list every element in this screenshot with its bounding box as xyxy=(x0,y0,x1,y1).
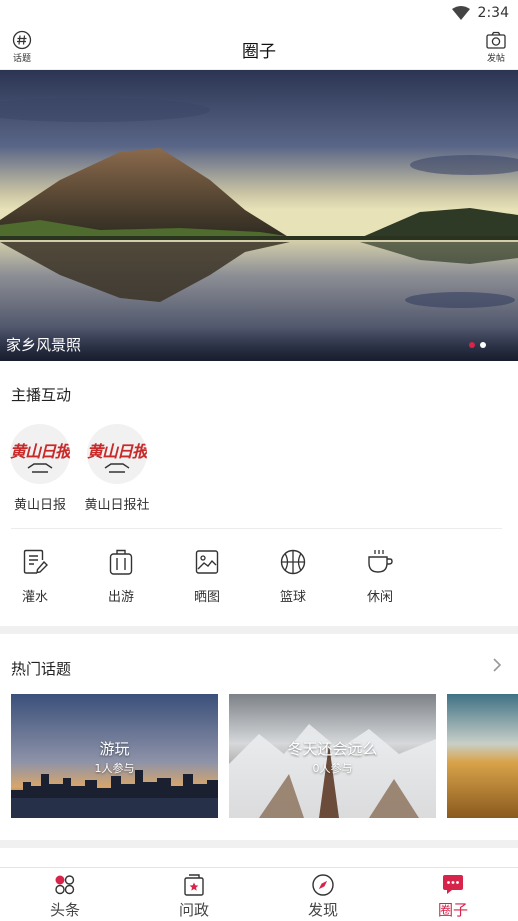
anchor-list: 黄山日报 黄山日报 黄山日报 黄山日报社 xyxy=(0,424,518,516)
anchor-name: 黄山日报社 xyxy=(84,498,150,513)
hot-topics-list: 游玩 1人参与 冬天还会远么 0人参与 xyxy=(11,694,518,818)
category-item[interactable]: 篮球 xyxy=(263,548,323,605)
category-item[interactable]: 休闲 xyxy=(350,548,410,605)
anchor-item[interactable]: 黄山日报 黄山日报 xyxy=(1,424,79,513)
topic-participants: 0人参与 xyxy=(312,762,353,775)
headlines-icon xyxy=(55,875,75,895)
category-label: 晒图 xyxy=(193,590,220,605)
tab-circle[interactable]: 圈子 xyxy=(418,873,488,920)
anchor-name: 黄山日报 xyxy=(13,498,66,513)
luggage-icon xyxy=(109,549,133,575)
status-bar: 2:34 xyxy=(0,0,518,28)
category-item[interactable]: 灌水 xyxy=(5,548,65,605)
wifi-icon xyxy=(452,6,470,20)
topic-title: 冬天还会远么 xyxy=(287,740,378,758)
coffee-cup-icon xyxy=(368,550,393,573)
category-label: 休闲 xyxy=(366,590,393,605)
banner-image xyxy=(0,70,518,361)
banner-carousel[interactable]: 家乡风景照 xyxy=(0,70,518,361)
banner-caption-bar: 家乡风景照 xyxy=(0,327,518,361)
top-bar: 话题 圈子 发帖 xyxy=(0,28,518,70)
basketball-icon xyxy=(280,549,306,575)
tab-discover[interactable]: 发现 xyxy=(288,873,358,920)
anchor-item[interactable]: 黄山日报 黄山日报社 xyxy=(78,424,156,513)
notepad-pen-icon xyxy=(23,549,48,574)
logo-emblem-icon xyxy=(27,463,53,473)
section-separator xyxy=(0,626,518,634)
topic-card[interactable]: 冬天还会远么 0人参与 xyxy=(229,694,436,818)
chat-bubble-icon xyxy=(443,875,463,894)
topic-card[interactable]: 游玩 1人参与 xyxy=(11,694,218,818)
avatar: 黄山日报 xyxy=(10,424,70,484)
bottom-tab-bar: 头条 问政 发现 圈子 xyxy=(0,867,518,921)
category-label: 灌水 xyxy=(21,590,48,605)
category-label: 篮球 xyxy=(279,590,306,605)
section-separator xyxy=(0,840,518,848)
tab-label: 发现 xyxy=(307,901,338,919)
page-title: 圈子 xyxy=(242,42,276,62)
inquiry-icon xyxy=(184,874,204,896)
logo-emblem-icon xyxy=(104,463,130,473)
photo-icon xyxy=(195,550,219,574)
hot-topics-header[interactable]: 热门话题 xyxy=(0,650,518,684)
topic-image xyxy=(447,694,518,818)
banner-caption: 家乡风景照 xyxy=(6,336,82,354)
category-grid: 灌水 出游 晒图 篮球 休闲 xyxy=(0,548,518,610)
compass-icon xyxy=(312,874,334,896)
category-item[interactable]: 晒图 xyxy=(177,548,237,605)
carousel-dot xyxy=(469,342,475,348)
status-time: 2:34 xyxy=(477,5,509,21)
anchors-section-title: 主播互动 xyxy=(11,386,72,404)
post-button-label: 发帖 xyxy=(486,54,505,64)
topic-participants: 1人参与 xyxy=(94,762,135,775)
tab-inquiry[interactable]: 问政 xyxy=(159,873,229,920)
tab-label: 问政 xyxy=(178,901,209,919)
divider xyxy=(11,528,502,529)
avatar: 黄山日报 xyxy=(87,424,147,484)
topic-title: 游玩 xyxy=(99,740,130,758)
camera-icon xyxy=(486,31,506,49)
tab-label: 圈子 xyxy=(437,901,468,919)
tab-label: 头条 xyxy=(49,901,80,919)
post-button[interactable]: 发帖 xyxy=(476,30,516,64)
tab-headlines[interactable]: 头条 xyxy=(30,873,100,920)
category-label: 出游 xyxy=(107,590,134,605)
carousel-indicator xyxy=(469,342,486,348)
hot-topics-title: 热门话题 xyxy=(11,660,72,678)
category-item[interactable]: 出游 xyxy=(91,548,151,605)
chevron-right-icon xyxy=(493,658,502,672)
topic-card[interactable] xyxy=(447,694,518,818)
carousel-dot xyxy=(480,342,486,348)
